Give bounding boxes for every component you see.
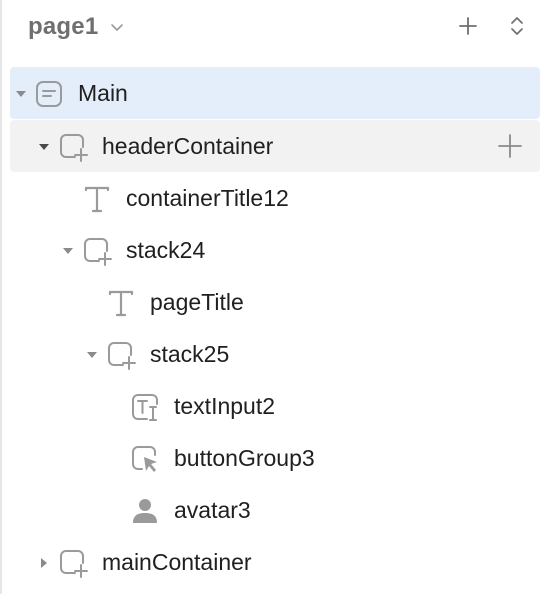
container-icon [106, 340, 136, 370]
add-child-button[interactable] [496, 132, 524, 160]
page-name: page1 [28, 13, 99, 40]
tree-item-label: buttonGroup3 [174, 445, 315, 471]
tree-item-pageTitle[interactable]: pageTitle [10, 276, 540, 328]
tree-item-label: stack24 [126, 237, 206, 263]
tree-item-label: mainContainer [102, 549, 252, 575]
caret-down-icon[interactable] [14, 87, 28, 101]
caret-down-icon[interactable] [37, 140, 51, 154]
expand-collapse-icon [508, 15, 526, 37]
container-icon [58, 132, 88, 162]
tree-item-stack24[interactable]: stack24 [10, 224, 540, 276]
text-icon [82, 184, 112, 214]
tree-item-main[interactable]: Main [10, 67, 540, 119]
page-icon [34, 79, 64, 109]
container-icon [58, 548, 88, 578]
tree-item-mainContainer[interactable]: mainContainer [10, 536, 540, 588]
tree-item-containerTitle12[interactable]: containerTitle12 [10, 172, 540, 224]
chevron-down-icon [110, 20, 124, 34]
tree-item-label: avatar3 [174, 497, 251, 523]
caret-down-icon[interactable] [85, 348, 99, 362]
component-tree-panel: page1 Main headerContainer containerTitl… [0, 0, 546, 594]
tree-item-label: pageTitle [150, 289, 244, 315]
panel-border [0, 0, 2, 594]
tree-item-headerContainer[interactable]: headerContainer [10, 120, 540, 172]
panel-header: page1 [0, 0, 546, 56]
text-input-icon [130, 392, 160, 422]
tree-item-buttonGroup3[interactable]: buttonGroup3 [10, 432, 540, 484]
tree-item-label: headerContainer [102, 133, 274, 159]
page-selector[interactable]: page1 [28, 12, 124, 42]
tree-item-label: stack25 [150, 341, 230, 367]
tree-item-avatar3[interactable]: avatar3 [10, 484, 540, 536]
container-icon [82, 236, 112, 266]
expand-collapse-button[interactable] [503, 12, 531, 40]
tree-item-label: textInput2 [174, 393, 276, 419]
tree-item-stack25[interactable]: stack25 [10, 328, 540, 380]
add-page-button[interactable] [454, 12, 482, 40]
tree-item-label: Main [78, 80, 128, 106]
text-icon [106, 288, 136, 318]
caret-down-icon[interactable] [61, 244, 75, 258]
tree-item-textInput2[interactable]: textInput2 [10, 380, 540, 432]
tree-item-label: containerTitle12 [126, 185, 289, 211]
caret-right-icon[interactable] [37, 556, 51, 570]
avatar-icon [130, 496, 160, 526]
cursor-click-icon [130, 444, 160, 474]
plus-icon [457, 15, 479, 37]
